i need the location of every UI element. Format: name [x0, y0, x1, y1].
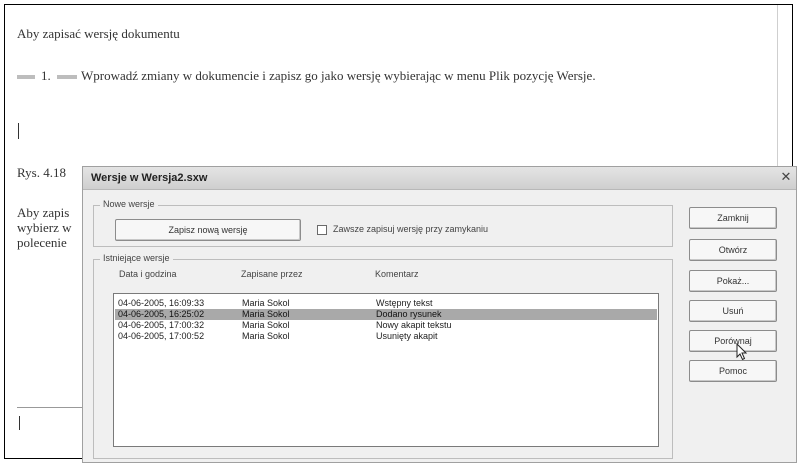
show-button[interactable]: Pokaż...	[689, 270, 777, 292]
save-new-version-button[interactable]: Zapisz nową wersję	[115, 219, 301, 241]
dialog-title: Wersje w Wersja2.sxw	[91, 172, 208, 184]
compare-button[interactable]: Porównaj	[689, 330, 777, 352]
row-comment: Wstępny tekst	[376, 298, 433, 308]
doc-paragraph-2-line: polecenie	[17, 235, 67, 250]
row-comment: Dodano rysunek	[376, 309, 442, 319]
open-button[interactable]: Otwórz	[689, 239, 777, 261]
row-comment: Usunięty akapit	[376, 331, 438, 341]
text-cursor-icon	[18, 123, 19, 139]
figure-caption: Rys. 4.18	[17, 165, 66, 180]
delete-button[interactable]: Usuń	[689, 300, 777, 322]
doc-step-text: Wprowadź zmiany w dokumencie i zapisz go…	[81, 68, 596, 83]
versions-list[interactable]: 04-06-2005, 16:09:33 Maria Sokol Wstępny…	[113, 293, 659, 447]
list-item[interactable]: 04-06-2005, 16:25:02 Maria Sokol Dodano …	[115, 309, 657, 320]
doc-paragraph-2: Aby zapis wybierz w polecenie	[17, 205, 72, 250]
close-button[interactable]: Zamknij	[689, 207, 777, 229]
row-saved-by: Maria Sokol	[242, 331, 290, 341]
row-date: 04-06-2005, 16:25:02	[118, 309, 205, 319]
list-item[interactable]: 04-06-2005, 17:00:32 Maria Sokol Nowy ak…	[115, 320, 657, 331]
bullet-marker-icon	[17, 75, 35, 80]
text-cursor-icon	[19, 416, 20, 430]
tab-marker-icon	[56, 75, 77, 80]
list-item[interactable]: 04-06-2005, 17:00:52 Maria Sokol Usunięt…	[115, 331, 657, 342]
row-saved-by: Maria Sokol	[242, 320, 290, 330]
column-header-comment[interactable]: Komentarz	[375, 269, 419, 279]
doc-step-number: 1.	[17, 68, 77, 84]
doc-paragraph-2-line: wybierz w	[17, 220, 72, 235]
doc-heading: Aby zapisać wersję dokumentu	[17, 26, 180, 41]
doc-paragraph-2-line: Aby zapis	[17, 205, 70, 220]
column-header-saved-by[interactable]: Zapisane przez	[241, 269, 303, 279]
page-footer-area	[17, 407, 87, 460]
row-comment: Nowy akapit tekstu	[376, 320, 452, 330]
autosave-checkbox[interactable]	[317, 225, 327, 235]
close-icon[interactable]: ✕	[778, 169, 794, 185]
step-number: 1.	[41, 68, 51, 83]
row-date: 04-06-2005, 16:09:33	[118, 298, 205, 308]
row-date: 04-06-2005, 17:00:52	[118, 331, 205, 341]
new-versions-label: Nowe wersje	[100, 199, 158, 209]
mouse-pointer-icon	[736, 343, 748, 361]
versions-dialog: Wersje w Wersja2.sxw ✕ Nowe wersje Zapis…	[82, 166, 797, 463]
existing-versions-label: Istniejące wersje	[100, 253, 173, 263]
row-saved-by: Maria Sokol	[242, 309, 290, 319]
help-button[interactable]: Pomoc	[689, 360, 777, 382]
list-item[interactable]: 04-06-2005, 16:09:33 Maria Sokol Wstępny…	[115, 298, 657, 309]
autosave-label: Zawsze zapisuj wersję przy zamykaniu	[333, 224, 489, 234]
row-date: 04-06-2005, 17:00:32	[118, 320, 205, 330]
dialog-titlebar[interactable]: Wersje w Wersja2.sxw ✕	[83, 167, 796, 190]
column-header-date[interactable]: Data i godzina	[119, 269, 177, 279]
row-saved-by: Maria Sokol	[242, 298, 290, 308]
